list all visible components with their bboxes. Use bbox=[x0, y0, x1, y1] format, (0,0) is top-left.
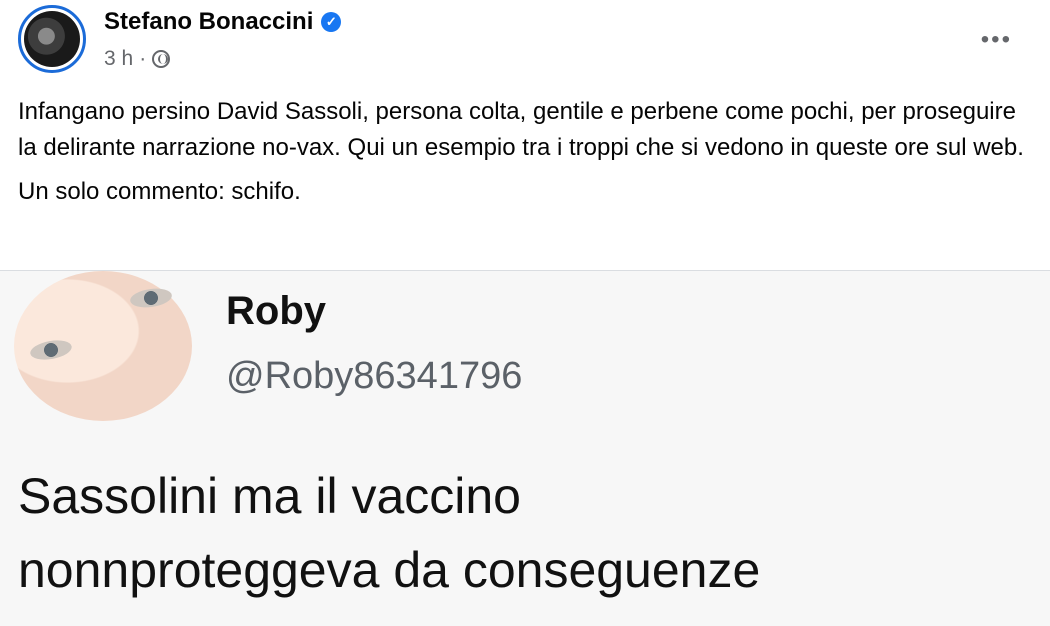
avatar-eye-right bbox=[128, 286, 174, 310]
author-header: Stefano Bonaccini ✓ bbox=[104, 8, 342, 36]
post-paragraph: Un solo commento: schifo. bbox=[18, 178, 301, 205]
tweet-author-name: Roby bbox=[226, 289, 326, 333]
meta-separator: · bbox=[139, 47, 147, 70]
author-avatar[interactable] bbox=[18, 5, 86, 73]
tweet-text-line: nonnproteggeva da conseguenze bbox=[18, 542, 761, 598]
author-photo bbox=[24, 11, 80, 67]
post-meta: 3 h · bbox=[104, 47, 171, 71]
post-paragraph: Infangano persino David Sassoli, persona… bbox=[18, 98, 1024, 161]
avatar-eye-left bbox=[28, 337, 74, 363]
tweet-text-line: Sassolini ma il vaccino bbox=[18, 468, 521, 524]
author-name[interactable]: Stefano Bonaccini bbox=[104, 8, 313, 36]
globe-icon[interactable] bbox=[152, 50, 171, 68]
tweet-author-handle: @Roby86341796 bbox=[226, 355, 523, 397]
tweet-avatar bbox=[14, 271, 192, 421]
embedded-tweet-screenshot[interactable]: Roby @Roby86341796 Sassolini ma il vacci… bbox=[0, 271, 1050, 626]
post-text: Infangano persino David Sassoli, persona… bbox=[18, 94, 1028, 210]
more-options-button[interactable]: ••• bbox=[981, 28, 1012, 52]
tweet-text: Sassolini ma il vaccino nonnproteggeva d… bbox=[18, 459, 1038, 607]
verified-badge-icon: ✓ bbox=[321, 12, 342, 32]
post-timestamp[interactable]: 3 h bbox=[104, 47, 133, 71]
